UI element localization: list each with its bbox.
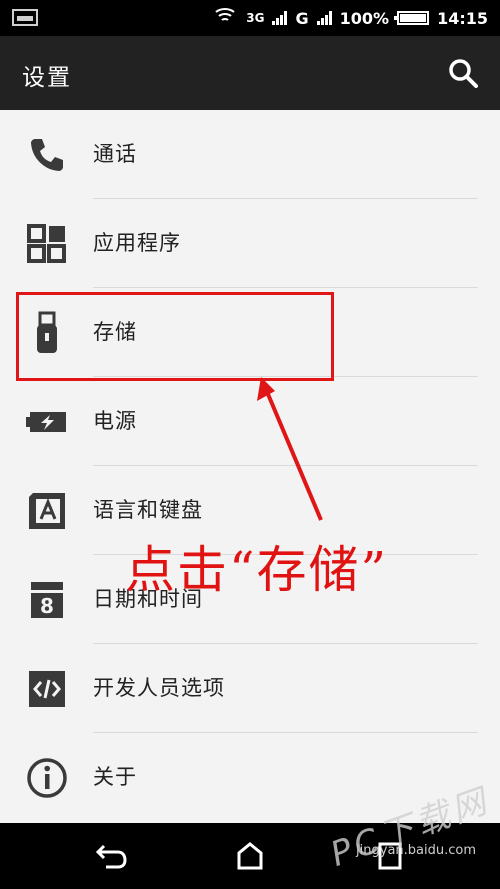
info-icon [26, 757, 68, 799]
back-icon[interactable] [92, 836, 132, 876]
page-title: 设置 [22, 65, 72, 91]
setting-item-power[interactable]: 电源 [0, 377, 500, 466]
developer-code-icon [26, 668, 68, 710]
setting-item-developer[interactable]: 开发人员选项 [0, 644, 500, 733]
setting-label: 通话 [93, 142, 137, 166]
home-icon[interactable] [230, 836, 270, 876]
setting-item-apps[interactable]: 应用程序 [0, 199, 500, 288]
status-icons: 3G G 100% 14:15 [212, 0, 488, 36]
signal-2-icon [316, 11, 332, 25]
storage-highlight-box [16, 292, 334, 381]
battery-icon [26, 401, 68, 443]
calendar-icon: 8 [26, 579, 68, 621]
clock: 14:15 [437, 8, 488, 28]
annotation-caption: 点击“存储” [125, 541, 389, 599]
wifi-icon [212, 8, 239, 28]
status-bar: 3G G 100% 14:15 [0, 0, 500, 36]
search-icon[interactable] [448, 58, 478, 88]
language-keyboard-icon [26, 490, 68, 532]
battery-percent: 100% [339, 8, 390, 28]
settings-list: 通话 应用程序 存储 电源 语言和键盘 8 日期和时间 开发人员选项 关于 [0, 110, 500, 823]
network-3g-indicator: 3G [246, 11, 265, 25]
svg-text:8: 8 [40, 594, 54, 618]
apps-grid-icon [26, 223, 68, 265]
setting-label: 开发人员选项 [93, 676, 225, 700]
setting-label: 应用程序 [93, 231, 181, 255]
signal-icon [272, 11, 288, 25]
setting-label: 电源 [93, 409, 137, 433]
setting-label: 关于 [93, 765, 137, 789]
setting-item-calls[interactable]: 通话 [0, 110, 500, 199]
battery-status-icon [394, 11, 430, 25]
network-g-indicator: G [295, 8, 309, 28]
action-bar: 设置 [0, 36, 500, 110]
phone-icon [26, 134, 68, 176]
arrow-icon [257, 377, 323, 521]
watermark-url: jingyan.baidu.com [356, 843, 476, 858]
screenshot-icon [12, 9, 38, 26]
